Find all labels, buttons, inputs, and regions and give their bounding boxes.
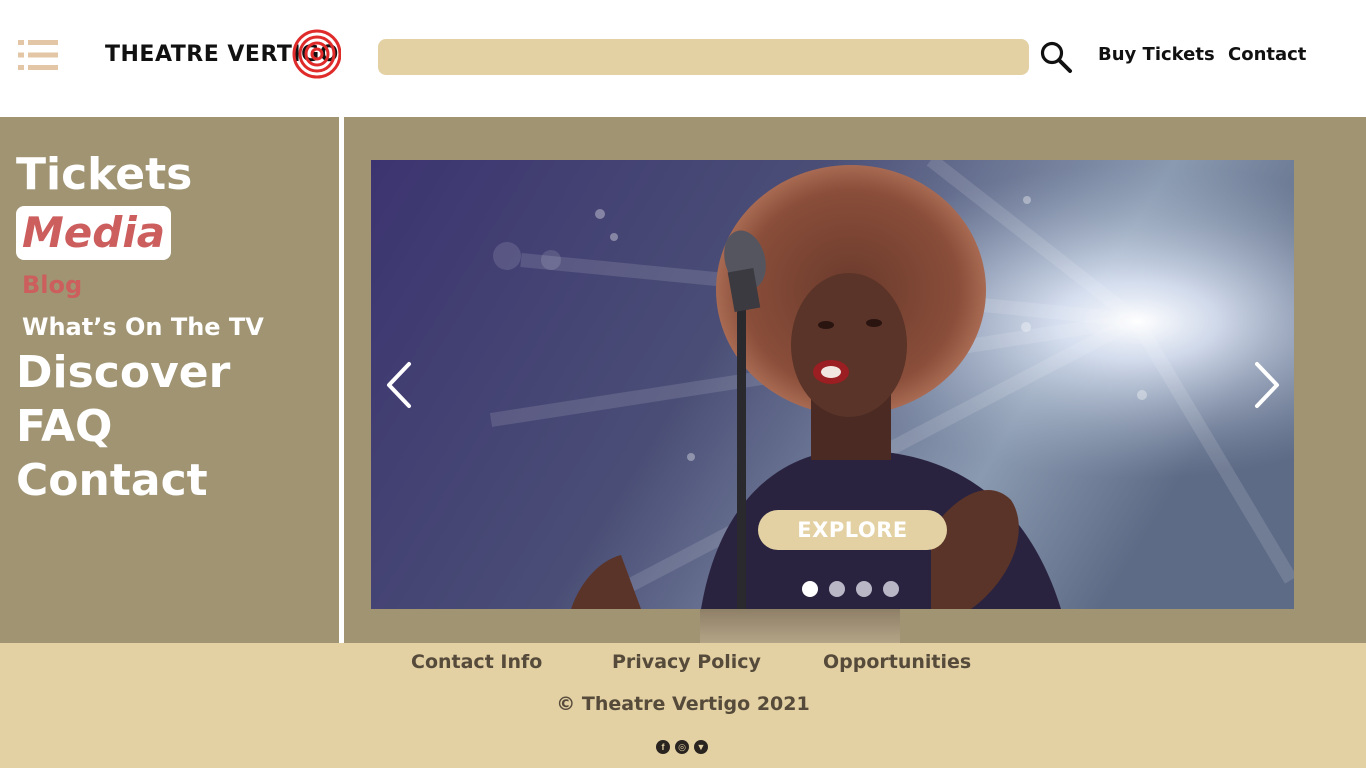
nav-buy-tickets[interactable]: Buy Tickets bbox=[1098, 44, 1215, 65]
social-links: f ◎ ▼ bbox=[656, 740, 708, 754]
footer-link-privacy-policy[interactable]: Privacy Policy bbox=[612, 651, 761, 673]
hero-carousel: EXPLORE bbox=[371, 160, 1294, 609]
search-input[interactable] bbox=[378, 39, 1029, 75]
main-stage: Tickets Media Blog What’s On The TV Disc… bbox=[0, 117, 1366, 643]
twitter-icon[interactable]: ▼ bbox=[694, 740, 708, 754]
menu-icon[interactable] bbox=[18, 40, 58, 70]
site-footer: Contact Info Privacy Policy Opportunitie… bbox=[0, 643, 1366, 768]
search-icon[interactable] bbox=[1039, 40, 1073, 74]
instagram-icon[interactable]: ◎ bbox=[675, 740, 689, 754]
carousel-dot-4[interactable] bbox=[883, 581, 899, 597]
sidebar-item-contact[interactable]: Contact bbox=[16, 455, 208, 506]
sidebar-item-whats-on-the-tv[interactable]: What’s On The TV bbox=[22, 313, 264, 341]
carousel-dot-1[interactable] bbox=[802, 581, 818, 597]
nav-contact[interactable]: Contact bbox=[1228, 44, 1306, 65]
sidebar-item-faq[interactable]: FAQ bbox=[16, 401, 112, 452]
sidebar-item-tickets[interactable]: Tickets bbox=[16, 149, 192, 200]
footer-link-contact-info[interactable]: Contact Info bbox=[411, 651, 542, 673]
site-logo[interactable]: THEATRE VERTIGO bbox=[105, 28, 345, 80]
copyright-text: © Theatre Vertigo 2021 bbox=[556, 693, 810, 715]
site-header: THEATRE VERTIGO Buy Tickets Contact bbox=[0, 0, 1366, 117]
footer-link-opportunities[interactable]: Opportunities bbox=[823, 651, 971, 673]
sidebar-item-discover[interactable]: Discover bbox=[16, 347, 230, 398]
carousel-next-arrow-icon[interactable] bbox=[1249, 360, 1283, 410]
carousel-dot-3[interactable] bbox=[856, 581, 872, 597]
carousel-prev-arrow-icon[interactable] bbox=[383, 360, 417, 410]
sidebar-divider bbox=[339, 117, 344, 643]
sidebar-item-blog[interactable]: Blog bbox=[22, 271, 82, 299]
sidebar-item-media[interactable]: Media bbox=[16, 206, 172, 260]
carousel-dot-2[interactable] bbox=[829, 581, 845, 597]
facebook-icon[interactable]: f bbox=[656, 740, 670, 754]
sidebar-nav: Tickets Media Blog What’s On The TV Disc… bbox=[0, 117, 339, 643]
carousel-pagination bbox=[802, 581, 899, 597]
logo-swirl-icon bbox=[292, 29, 341, 79]
explore-button[interactable]: EXPLORE bbox=[758, 510, 947, 550]
hero-image-overflow bbox=[700, 609, 900, 643]
